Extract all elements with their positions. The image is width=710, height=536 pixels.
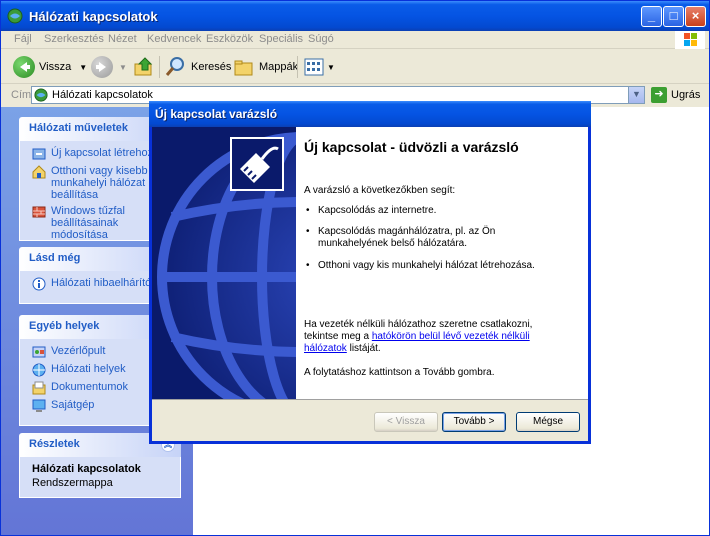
details-name: Hálózati kapcsolatok bbox=[32, 463, 141, 475]
network-connections-icon bbox=[34, 88, 48, 102]
folders-button[interactable]: Mappák bbox=[233, 54, 298, 80]
control-panel-icon bbox=[32, 346, 46, 358]
home-network-setup-link[interactable]: Otthoni vagy kisebb munkahelyi hálózat b… bbox=[32, 165, 162, 201]
back-button[interactable]: Vissza ▼ bbox=[13, 54, 87, 80]
explorer-window: Hálózati kapcsolatok _ □ × Fájl Szerkesz… bbox=[0, 0, 710, 536]
next-button[interactable]: Tovább > bbox=[442, 412, 506, 432]
maximize-button[interactable]: □ bbox=[663, 6, 684, 27]
wizard-intro: A varázsló a következőkben segít: bbox=[304, 185, 456, 196]
views-icon bbox=[304, 58, 324, 76]
back-button-wizard[interactable]: < Vissza bbox=[374, 412, 438, 432]
wizard-banner bbox=[152, 127, 296, 399]
back-dropdown-icon[interactable]: ▼ bbox=[79, 63, 87, 72]
details-type: Rendszermappa bbox=[32, 477, 113, 489]
up-folder-icon bbox=[134, 57, 153, 76]
menu-favorites[interactable]: Kedvencek bbox=[147, 33, 201, 45]
bullet-icon: • bbox=[306, 205, 310, 216]
menu-edit[interactable]: Szerkesztés bbox=[44, 33, 104, 45]
views-button[interactable]: ▼ bbox=[303, 54, 335, 80]
bullet-icon: • bbox=[306, 226, 310, 237]
network-cable-icon bbox=[230, 137, 284, 191]
wizard-title-bar[interactable]: Új kapcsolat varázsló bbox=[149, 101, 591, 127]
menu-bar: Fájl Szerkesztés Nézet Kedvencek Eszközö… bbox=[1, 31, 709, 49]
firewall-icon bbox=[32, 206, 46, 218]
documents-icon bbox=[32, 381, 46, 395]
toolbar: Vissza ▼ ▼ Keresés Mappák ▼ bbox=[1, 50, 709, 84]
new-connection-icon bbox=[32, 148, 46, 160]
search-button[interactable]: Keresés bbox=[165, 54, 231, 80]
address-label: Cím bbox=[11, 89, 32, 101]
cancel-button[interactable]: Mégse bbox=[516, 412, 580, 432]
network-connections-icon bbox=[7, 8, 23, 24]
wizard-content: Új kapcsolat - üdvözli a varázsló A vará… bbox=[296, 127, 588, 399]
menu-advanced[interactable]: Speciális bbox=[259, 33, 303, 45]
close-button[interactable]: × bbox=[685, 6, 706, 27]
address-dropdown-icon[interactable]: ▼ bbox=[628, 87, 644, 103]
toolbar-separator bbox=[297, 56, 298, 78]
address-value: Hálózati kapcsolatok bbox=[52, 89, 153, 101]
wizard-footer: < Vissza Tovább > Mégse bbox=[152, 399, 588, 441]
window-title: Hálózati kapcsolatok bbox=[29, 9, 158, 24]
info-icon bbox=[32, 277, 46, 291]
menu-help[interactable]: Súgó bbox=[308, 33, 334, 45]
views-dropdown-icon[interactable]: ▼ bbox=[327, 63, 335, 72]
back-arrow-icon bbox=[13, 56, 35, 78]
wizard-bullet-2: Kapcsolódás magánhálózatra, pl. az Ön mu… bbox=[318, 226, 496, 249]
new-connection-wizard: Új kapcsolat varázsló Új kapcsolat - üdv… bbox=[149, 101, 591, 444]
wizard-heading: Új kapcsolat - üdvözli a varázsló bbox=[304, 139, 519, 155]
home-network-icon bbox=[32, 165, 46, 179]
windows-logo-icon bbox=[675, 31, 705, 49]
title-bar[interactable]: Hálózati kapcsolatok _ □ × bbox=[1, 1, 709, 31]
wizard-title: Új kapcsolat varázsló bbox=[155, 107, 278, 121]
forward-arrow-icon bbox=[91, 56, 113, 78]
details-body: Hálózati kapcsolatok Rendszermappa bbox=[19, 457, 181, 498]
menu-file[interactable]: Fájl bbox=[14, 33, 32, 45]
toolbar-separator bbox=[159, 56, 160, 78]
back-label: Vissza bbox=[39, 61, 72, 73]
folders-icon bbox=[234, 60, 253, 76]
minimize-button[interactable]: _ bbox=[641, 6, 662, 27]
network-places-icon bbox=[32, 363, 46, 377]
folders-label: Mappák bbox=[259, 61, 299, 73]
bullet-icon: • bbox=[306, 260, 310, 271]
up-folder-button[interactable] bbox=[133, 54, 155, 80]
wizard-continue-text: A folytatáshoz kattintson a Tovább gombr… bbox=[304, 367, 495, 378]
wizard-wireless-text: Ha vezeték nélküli hálózathoz szeretne c… bbox=[304, 319, 533, 354]
my-computer-icon bbox=[32, 399, 46, 412]
wizard-bullet-3: Otthoni vagy kis munkahelyi hálózat létr… bbox=[318, 260, 535, 271]
forward-button[interactable]: ▼ bbox=[91, 54, 127, 80]
go-label: Ugrás bbox=[671, 89, 701, 101]
search-label: Keresés bbox=[191, 61, 232, 73]
go-arrow-icon: ➜ bbox=[651, 87, 667, 103]
menu-view[interactable]: Nézet bbox=[108, 33, 137, 45]
wizard-bullet-1: Kapcsolódás az internetre. bbox=[318, 205, 437, 216]
search-icon bbox=[165, 57, 184, 76]
forward-dropdown-icon[interactable]: ▼ bbox=[119, 63, 127, 72]
go-button[interactable]: ➜ Ugrás bbox=[651, 87, 700, 103]
menu-tools[interactable]: Eszközök bbox=[206, 33, 253, 45]
